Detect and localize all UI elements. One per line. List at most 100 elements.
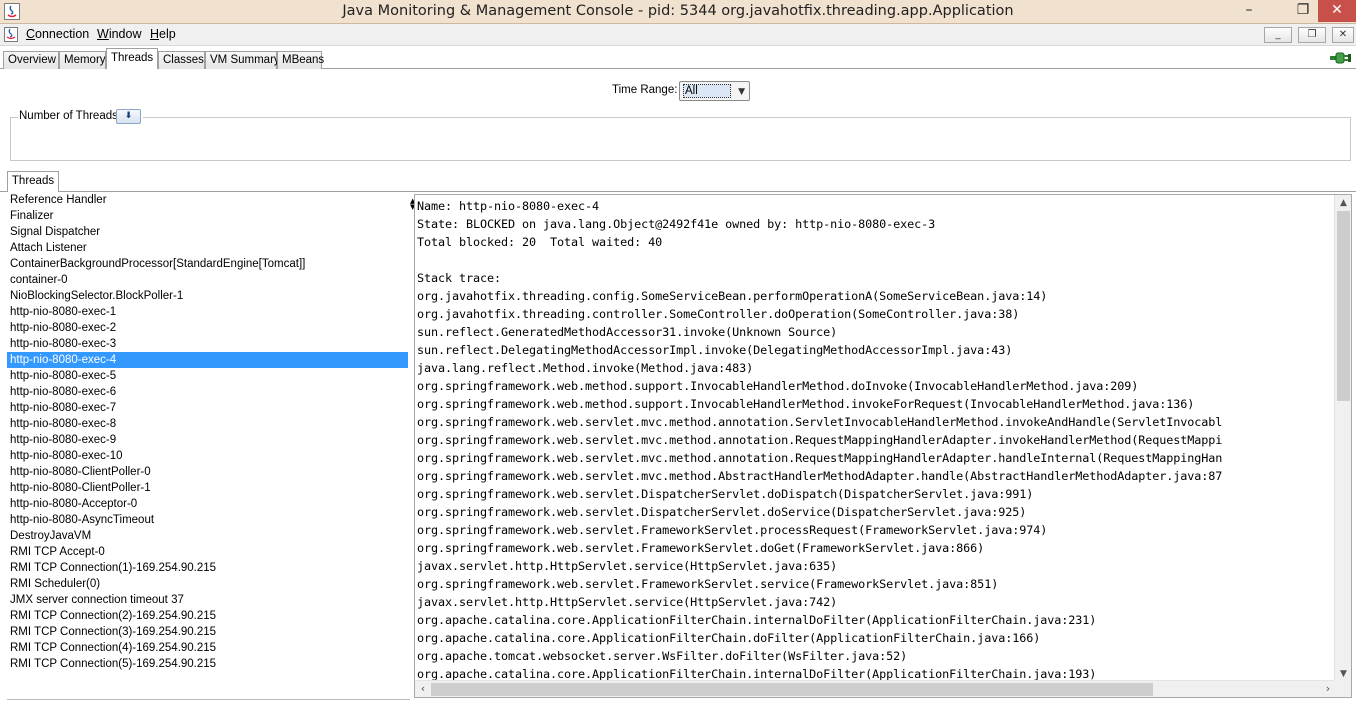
detail-line: org.springframework.web.servlet.Framewor… (417, 541, 985, 555)
threads-subtab[interactable]: Threads (7, 171, 59, 192)
detail-line: org.springframework.web.servlet.Framewor… (417, 577, 999, 591)
detail-line: org.apache.tomcat.websocket.server.WsFil… (417, 649, 908, 663)
detail-line: org.springframework.web.method.support.I… (417, 397, 1195, 411)
java-document-icon[interactable] (4, 27, 18, 42)
detail-line: org.springframework.web.servlet.mvc.meth… (417, 415, 1223, 429)
thread-list-item[interactable]: RMI TCP Connection(5)-169.254.90.215 (7, 656, 410, 672)
number-of-threads-panel (10, 117, 1351, 161)
detail-line: org.springframework.web.servlet.mvc.meth… (417, 451, 1223, 465)
thread-list-item[interactable]: http-nio-8080-exec-4 (7, 352, 408, 368)
vertical-scrollbar[interactable]: ▲ ▼ (1334, 195, 1351, 682)
menu-bar: Connection Window Help _ ❐ ✕ (0, 24, 1356, 46)
detail-line: org.springframework.web.method.support.I… (417, 379, 1139, 393)
thread-list-item[interactable]: Signal Dispatcher (7, 224, 410, 240)
time-range-value: All (683, 84, 731, 98)
thread-list-item[interactable]: http-nio-8080-exec-10 (7, 448, 410, 464)
title-bar: Java Monitoring & Management Console - p… (0, 0, 1356, 24)
horizontal-scroll-thumb[interactable] (431, 683, 1153, 696)
thread-list-item[interactable]: http-nio-8080-exec-8 (7, 416, 410, 432)
thread-list-item[interactable]: http-nio-8080-ClientPoller-1 (7, 480, 410, 496)
detail-line: org.springframework.web.servlet.mvc.meth… (417, 433, 1223, 447)
detail-line: sun.reflect.GeneratedMethodAccessor31.in… (417, 325, 838, 339)
thread-list-item[interactable]: RMI TCP Connection(4)-169.254.90.215 (7, 640, 410, 656)
minimize-window-button[interactable]: – (1236, 0, 1262, 22)
internal-restore-button[interactable]: ❐ (1298, 27, 1326, 43)
close-window-button[interactable]: ✕ (1318, 0, 1356, 22)
thread-list-item[interactable]: http-nio-8080-ClientPoller-0 (7, 464, 410, 480)
scroll-up-icon[interactable]: ▲ (1335, 195, 1351, 211)
detail-line: org.apache.catalina.core.ApplicationFilt… (417, 667, 1097, 680)
time-range-label: Time Range: (612, 84, 678, 96)
menu-help-mnemonic: H (150, 27, 160, 41)
thread-list-item[interactable]: JMX server connection timeout 37 (7, 592, 410, 608)
double-chevron-down-icon: ⬇ (124, 111, 133, 121)
detail-line: org.springframework.web.servlet.Framewor… (417, 523, 1048, 537)
thread-list-item[interactable]: http-nio-8080-exec-1 (7, 304, 410, 320)
chevron-down-icon: ▼ (738, 87, 745, 97)
number-of-threads-label: Number of Threads (18, 110, 119, 122)
thread-list[interactable]: Reference Handler Finalizer Signal Dispatc… (7, 192, 410, 702)
detail-line: Total blocked: 20 Total waited: 40 (417, 235, 663, 249)
detail-line: org.springframework.web.servlet.Dispatch… (417, 487, 1034, 501)
connection-status-icon (1330, 52, 1351, 64)
thread-list-item[interactable]: RMI Scheduler(0) (7, 576, 410, 592)
detail-line: org.springframework.web.servlet.Dispatch… (417, 505, 1027, 519)
thread-list-item[interactable]: Attach Listener (7, 240, 410, 256)
detail-line: Name: http-nio-8080-exec-4 (417, 199, 600, 213)
thread-list-item[interactable]: http-nio-8080-exec-2 (7, 320, 410, 336)
thread-list-item[interactable]: DestroyJavaVM (7, 528, 410, 544)
tab-threads[interactable]: Threads (106, 48, 158, 69)
thread-list-item[interactable]: http-nio-8080-exec-6 (7, 384, 410, 400)
detail-line: java.lang.reflect.Method.invoke(Method.j… (417, 361, 754, 375)
detail-line: org.javahotfix.threading.config.SomeServ… (417, 289, 1048, 303)
vertical-scroll-thumb[interactable] (1337, 211, 1350, 401)
thread-list-item[interactable]: Reference Handler (7, 192, 410, 208)
thread-list-item[interactable]: RMI TCP Connection(3)-169.254.90.215 (7, 624, 410, 640)
internal-close-button[interactable]: ✕ (1332, 27, 1354, 43)
scrollbar-corner (1334, 680, 1351, 697)
internal-minimize-button[interactable]: _ (1264, 27, 1292, 43)
menu-connection[interactable]: Connection (26, 27, 89, 41)
thread-list-item[interactable]: http-nio-8080-exec-7 (7, 400, 410, 416)
tab-overview[interactable]: Overview (3, 51, 59, 69)
horizontal-scrollbar[interactable]: ‹ › (415, 680, 1336, 697)
tab-memory[interactable]: Memory (59, 51, 106, 69)
thread-list-item[interactable]: RMI TCP Connection(1)-169.254.90.215 (7, 560, 410, 576)
menu-window[interactable]: Window (97, 27, 141, 41)
restore-window-button[interactable]: ❐ (1290, 0, 1316, 22)
menu-connection-mnemonic: C (26, 27, 36, 41)
thread-details-panel: Name: http-nio-8080-exec-4 State: BLOCKED… (414, 194, 1352, 698)
detail-line (417, 251, 1335, 269)
thread-list-item[interactable]: ContainerBackgroundProcessor[StandardEng… (7, 256, 410, 272)
detail-line: org.apache.catalina.core.ApplicationFilt… (417, 631, 1041, 645)
thread-list-item[interactable]: http-nio-8080-exec-3 (7, 336, 410, 352)
thread-list-item[interactable]: http-nio-8080-AsyncTimeout (7, 512, 410, 528)
menu-help[interactable]: Help (150, 27, 176, 41)
detail-line: org.javahotfix.threading.controller.Some… (417, 307, 1020, 321)
window-title: Java Monitoring & Management Console - p… (342, 3, 1014, 19)
panel-border (143, 117, 1351, 118)
thread-list-item[interactable]: Finalizer (7, 208, 410, 224)
menu-window-label: indow (108, 27, 142, 41)
thread-details-text[interactable]: Name: http-nio-8080-exec-4 State: BLOCKED… (417, 197, 1335, 680)
detail-line: javax.servlet.http.HttpServlet.service(H… (417, 595, 838, 609)
tab-vm-summary[interactable]: VM Summary (205, 51, 280, 69)
thread-list-item[interactable]: RMI TCP Connection(2)-169.254.90.215 (7, 608, 410, 624)
thread-list-item[interactable]: http-nio-8080-exec-9 (7, 432, 410, 448)
thread-list-item[interactable]: http-nio-8080-exec-5 (7, 368, 410, 384)
detail-line: org.springframework.web.servlet.mvc.meth… (417, 469, 1223, 483)
detail-line: State: BLOCKED on java.lang.Object@2492f… (417, 217, 936, 231)
list-divider (7, 699, 410, 700)
thread-list-item[interactable]: RMI TCP Accept-0 (7, 544, 410, 560)
tab-classes[interactable]: Classes (158, 51, 205, 69)
thread-list-item[interactable]: http-nio-8080-Acceptor-0 (7, 496, 410, 512)
thread-list-item[interactable]: NioBlockingSelector.BlockPoller-1 (7, 288, 410, 304)
tab-mbeans[interactable]: MBeans (277, 51, 324, 69)
detail-line: org.apache.catalina.core.ApplicationFilt… (417, 613, 1097, 627)
scroll-left-icon[interactable]: ‹ (415, 681, 431, 697)
expand-chart-button[interactable]: ⬇ (116, 109, 141, 124)
detail-line: Stack trace: (417, 271, 502, 285)
detail-line: sun.reflect.DelegatingMethodAccessorImpl… (417, 343, 1013, 357)
thread-list-item[interactable]: container-0 (7, 272, 410, 288)
time-range-select[interactable]: All ▼ (679, 81, 750, 101)
